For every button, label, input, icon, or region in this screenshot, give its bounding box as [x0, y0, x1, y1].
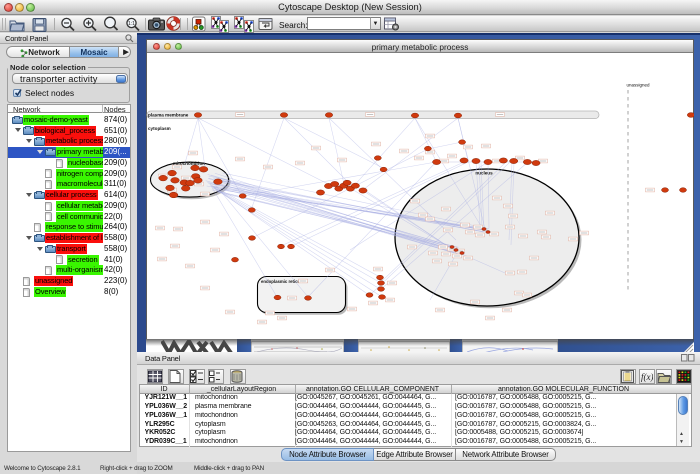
svg-text:f(x): f(x) — [641, 372, 653, 382]
svg-text:1:1: 1:1 — [128, 21, 135, 27]
svg-text:nucleus: nucleus — [475, 171, 493, 176]
svg-text:unassigned: unassigned — [627, 83, 651, 88]
svg-text:plasma membrane: plasma membrane — [148, 113, 189, 118]
svg-text:cytoplasm: cytoplasm — [148, 126, 171, 131]
